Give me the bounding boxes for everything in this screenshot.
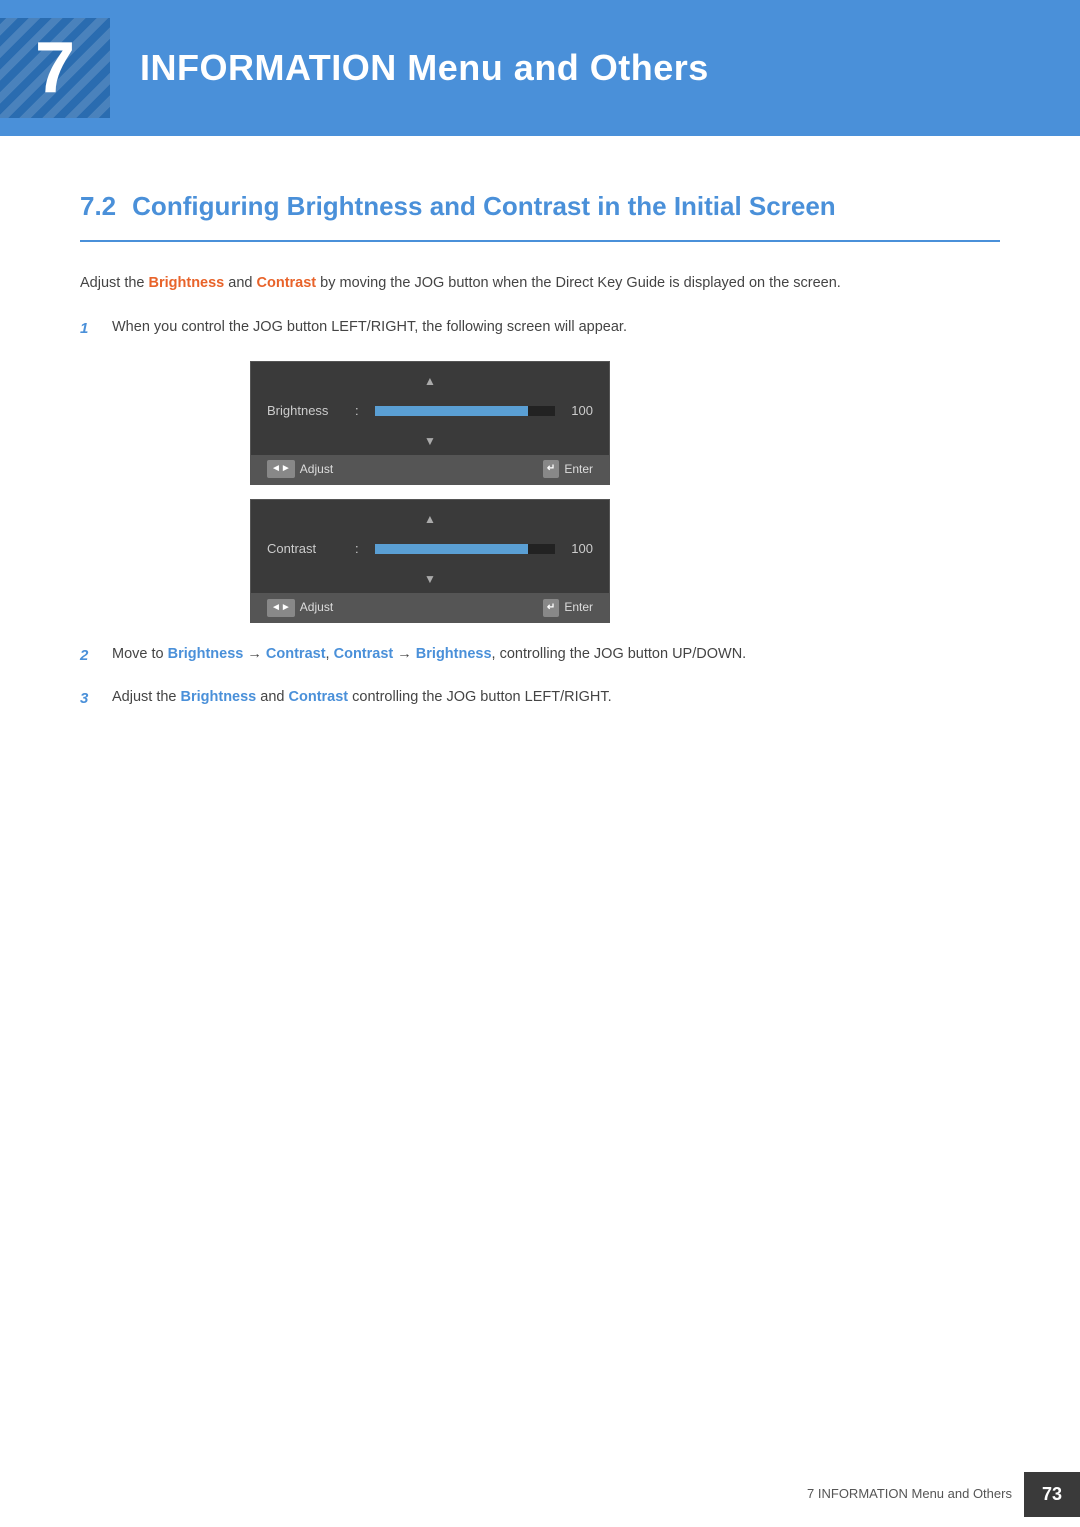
step-number-3: 3 (80, 686, 98, 711)
step2-brightness2: Brightness (416, 646, 492, 662)
page-header: 7 INFORMATION Menu and Others (0, 0, 1080, 136)
brightness-screen-footer: ◄► Adjust ↵ Enter (251, 455, 609, 484)
chapter-title: INFORMATION Menu and Others (140, 39, 709, 97)
intro-bold-brightness: Brightness (149, 275, 225, 291)
intro-text-3: by moving the JOG button when the Direct… (316, 275, 841, 291)
step-text-2: Move to Brightness → Contrast, Contrast … (112, 643, 746, 667)
brightness-screen: ▲ Brightness : 100 ▼ ◄► Adjust ↵ (250, 361, 610, 485)
intro-bold-contrast: Contrast (257, 275, 317, 291)
contrast-adjust-btn: ◄► Adjust (267, 598, 333, 617)
contrast-value: 100 (563, 539, 593, 560)
intro-text-2: and (224, 275, 256, 291)
step-1: 1 When you control the JOG button LEFT/R… (80, 316, 1000, 341)
step2-brightness: Brightness (168, 646, 244, 662)
adjust-icon: ◄► (267, 460, 295, 478)
step-text-1: When you control the JOG button LEFT/RIG… (112, 316, 627, 340)
step-3: 3 Adjust the Brightness and Contrast con… (80, 686, 1000, 711)
contrast-enter-btn: ↵ Enter (543, 598, 593, 617)
contrast-bar-fill (375, 544, 528, 554)
step-number-1: 1 (80, 316, 98, 341)
intro-text-1: Adjust the (80, 275, 149, 291)
contrast-screen-footer: ◄► Adjust ↵ Enter (251, 593, 609, 622)
contrast-colon: : (355, 539, 359, 560)
footer-page-number: 73 (1024, 1472, 1080, 1517)
step2-arrow1: → (243, 646, 266, 662)
brightness-colon: : (355, 401, 359, 422)
contrast-enter-label: Enter (564, 598, 593, 617)
enter-label: Enter (564, 460, 593, 479)
step-2: 2 Move to Brightness → Contrast, Contras… (80, 643, 1000, 668)
enter-icon: ↵ (543, 460, 559, 478)
section-number: 7.2 (80, 186, 116, 228)
step3-contrast: Contrast (289, 689, 349, 705)
contrast-screen: ▲ Contrast : 100 ▼ ◄► Adjust ↵ (250, 499, 610, 623)
contrast-label: Contrast (267, 539, 347, 560)
contrast-adjust-icon: ◄► (267, 599, 295, 617)
footer-text: 7 INFORMATION Menu and Others (807, 1484, 1012, 1505)
brightness-adjust-btn: ◄► Adjust (267, 460, 333, 479)
contrast-row: Contrast : 100 (267, 533, 593, 566)
contrast-adjust-label: Adjust (300, 598, 333, 617)
contrast-arrow-up: ▲ (267, 510, 593, 529)
step2-contrast1: Contrast (266, 646, 326, 662)
brightness-arrow-up: ▲ (267, 372, 593, 391)
section-title: Configuring Brightness and Contrast in t… (132, 186, 836, 228)
step3-brightness: Brightness (181, 689, 257, 705)
contrast-bar (375, 544, 555, 554)
brightness-row: Brightness : 100 (267, 395, 593, 428)
chapter-number: 7 (35, 32, 75, 104)
screens-container: ▲ Brightness : 100 ▼ ◄► Adjust ↵ (250, 361, 610, 624)
brightness-enter-btn: ↵ Enter (543, 460, 593, 479)
page-footer: 7 INFORMATION Menu and Others 73 (0, 1462, 1080, 1527)
contrast-arrow-down: ▼ (267, 570, 593, 589)
contrast-enter-icon: ↵ (543, 599, 559, 617)
brightness-arrow-down: ▼ (267, 432, 593, 451)
section-heading: 7.2 Configuring Brightness and Contrast … (80, 186, 1000, 242)
step-number-2: 2 (80, 643, 98, 668)
adjust-label: Adjust (300, 460, 333, 479)
step-text-3: Adjust the Brightness and Contrast contr… (112, 686, 612, 710)
step2-contrast2: Contrast (334, 646, 394, 662)
brightness-label: Brightness (267, 401, 347, 422)
main-content: 7.2 Configuring Brightness and Contrast … (0, 136, 1080, 809)
step2-arrow2: → (393, 646, 416, 662)
brightness-bar-fill (375, 406, 528, 416)
brightness-bar (375, 406, 555, 416)
chapter-number-block: 7 (0, 18, 110, 118)
brightness-value: 100 (563, 401, 593, 422)
intro-paragraph: Adjust the Brightness and Contrast by mo… (80, 272, 1000, 296)
